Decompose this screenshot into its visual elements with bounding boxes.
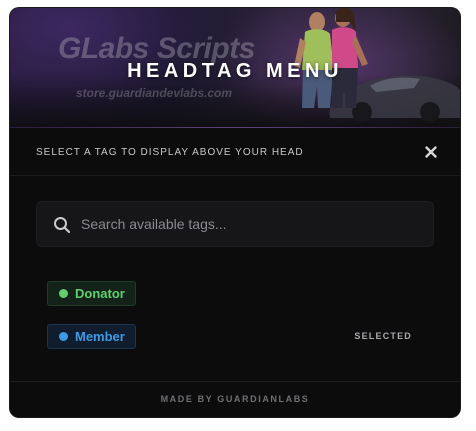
search-icon (54, 217, 71, 234)
tag-label: Donator (75, 286, 125, 301)
header-banner: GLabs Scripts store.guardiandevlabs.com … (10, 8, 460, 128)
subheader: SELECT A TAG TO DISPLAY ABOVE YOUR HEAD (10, 129, 460, 176)
tag-label: Member (75, 329, 125, 344)
footer-credit: MADE BY GUARDIANLABS (160, 394, 310, 404)
tag-row-member[interactable]: Member SELECTED (10, 324, 460, 350)
tag-pill-member[interactable]: Member (47, 324, 136, 349)
search-box (36, 201, 434, 247)
tag-pill-donator[interactable]: Donator (47, 281, 136, 306)
banner-divider (10, 127, 460, 128)
search-input[interactable] (81, 202, 421, 246)
tag-color-dot (59, 289, 68, 298)
tag-color-dot (59, 332, 68, 341)
headtag-menu-panel: GLabs Scripts store.guardiandevlabs.com … (10, 8, 460, 417)
banner-watermark-url: store.guardiandevlabs.com (76, 86, 233, 100)
close-button[interactable] (422, 143, 440, 161)
selected-badge: SELECTED (354, 331, 412, 341)
instruction-text: SELECT A TAG TO DISPLAY ABOVE YOUR HEAD (36, 147, 304, 158)
page-title: HEADTAG MENU (127, 60, 343, 82)
tag-row-donator[interactable]: Donator (10, 281, 460, 307)
footer: MADE BY GUARDIANLABS (10, 381, 460, 417)
close-icon (425, 146, 437, 158)
